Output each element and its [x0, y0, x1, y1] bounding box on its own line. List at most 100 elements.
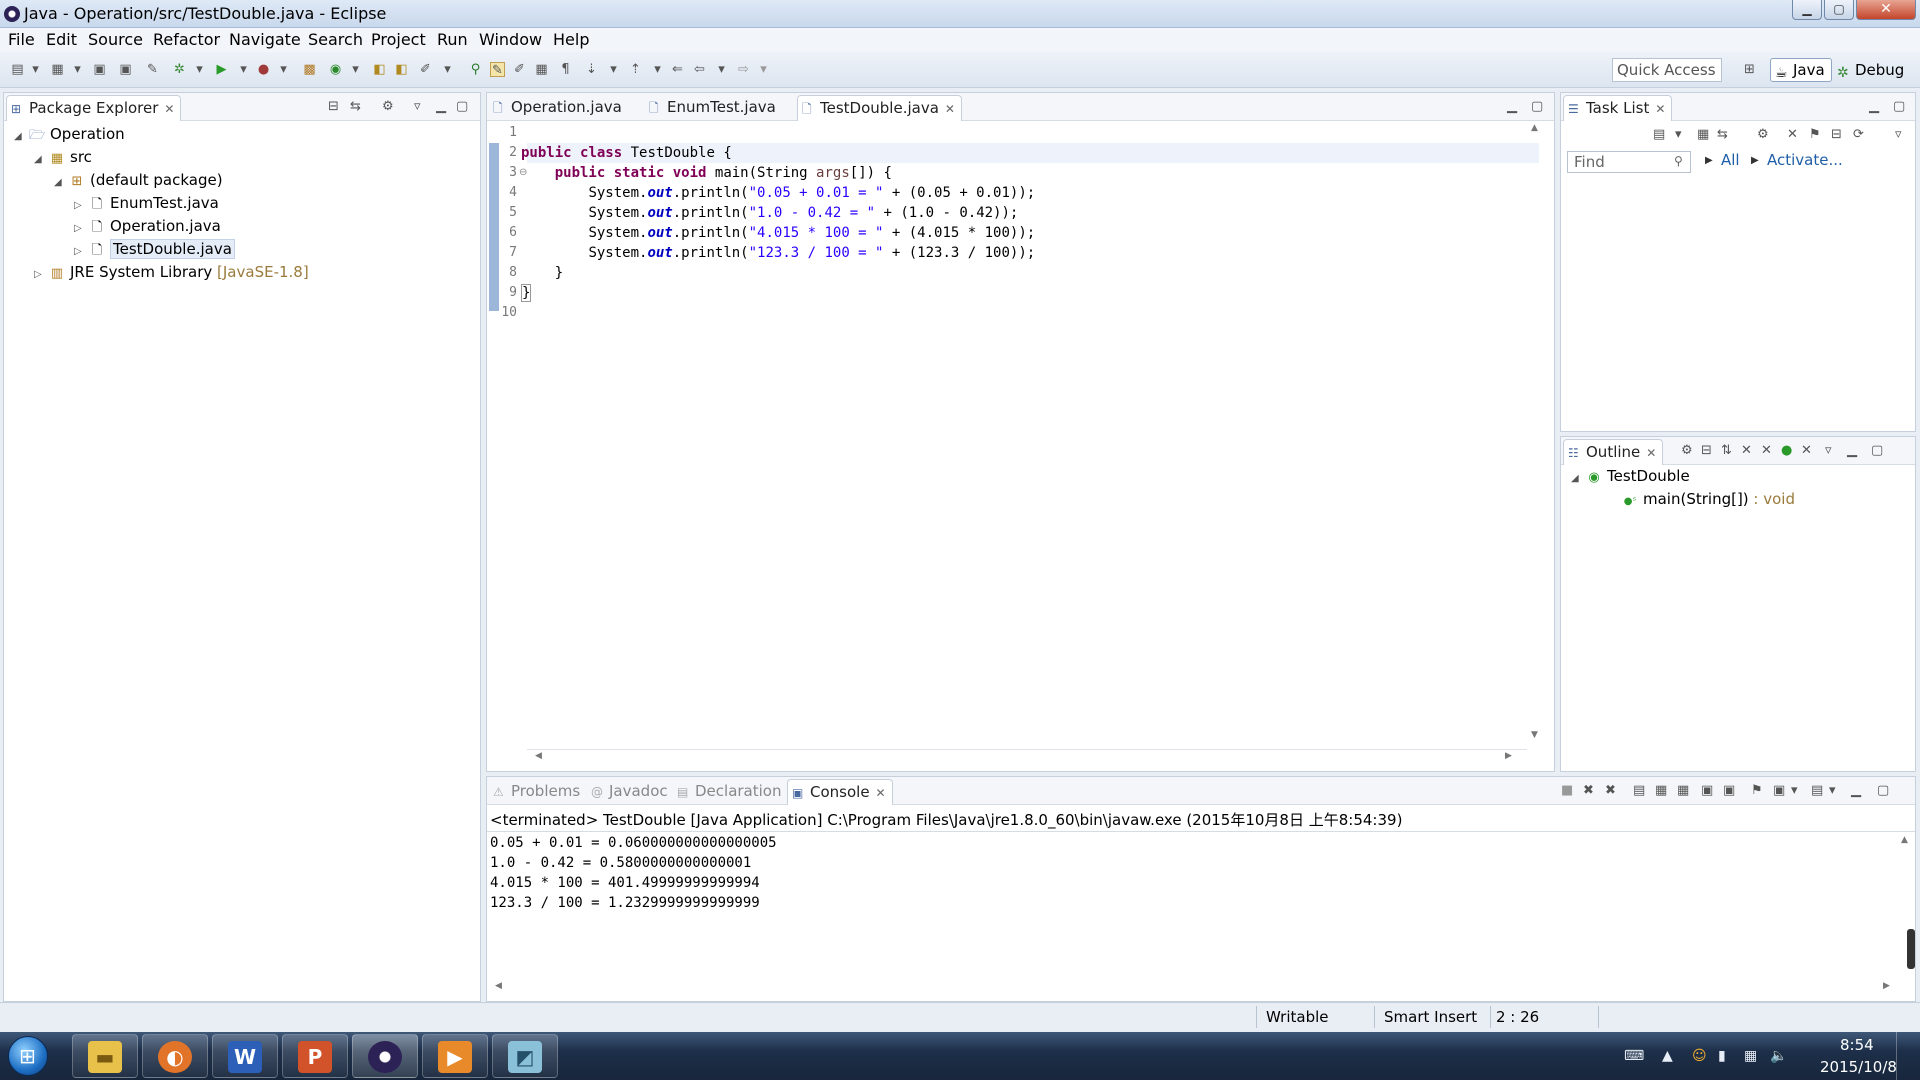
chevron-down-icon[interactable]: ▾ [1829, 783, 1836, 798]
vertical-scrollbar[interactable] [1523, 107, 1549, 757]
tab-task-list[interactable]: ☰ Task List ✕ [1563, 95, 1673, 121]
tab-testdouble-java[interactable]: 🗋 TestDouble.java ✕ [797, 95, 962, 121]
tree-item-file[interactable]: ▷ 🗋 EnumTest.java [74, 192, 219, 214]
chevron-down-icon[interactable]: ▾ [714, 62, 729, 77]
menu-help[interactable]: Help [553, 30, 589, 49]
close-icon[interactable]: ✕ [164, 97, 174, 121]
next-edit-icon[interactable]: ⇣ [584, 62, 599, 77]
taskbar-media-button[interactable]: ▶ [422, 1034, 488, 1078]
activate-task-link[interactable]: Activate... [1767, 151, 1843, 169]
hide-static-icon[interactable]: ✕ [1761, 443, 1772, 458]
keyboard-icon[interactable]: ⌨ [1624, 1048, 1644, 1064]
collapse-arrow-icon[interactable]: ▷ [74, 218, 88, 240]
tree-item-project[interactable]: ◢ 🗁 Operation [14, 123, 125, 145]
clock-date[interactable]: 2015/10/8 [1820, 1058, 1897, 1076]
tree-item-src[interactable]: ◢ ▦ src [34, 146, 92, 168]
close-icon[interactable]: ✕ [1655, 97, 1665, 121]
chevron-down-icon[interactable]: ▾ [756, 62, 771, 77]
collapse-all-icon[interactable]: ⊟ [1701, 443, 1712, 458]
clear-console-icon[interactable]: ▤ [1633, 783, 1645, 798]
outline-class-node[interactable]: ◢ ◉ TestDouble [1571, 465, 1690, 487]
minimize-view-icon[interactable]: ▁ [1507, 99, 1517, 114]
menu-run[interactable]: Run [437, 30, 468, 49]
toggle-mark-occurrences-icon[interactable]: ✎ [490, 62, 505, 78]
minimize-button[interactable]: ▁ [1792, 0, 1822, 20]
collapse-all-icon[interactable]: ⊟ [1831, 127, 1842, 142]
pilcrow-icon[interactable]: ¶ [558, 62, 573, 77]
scheduled-icon[interactable]: ⇆ [1717, 127, 1728, 142]
maximize-view-icon[interactable]: ▢ [1893, 99, 1905, 114]
next-annotation-icon[interactable]: ⚲ [468, 62, 483, 77]
word-wrap-icon[interactable]: ▦ [1677, 783, 1689, 798]
quick-access-input[interactable]: Quick Access [1612, 58, 1722, 82]
minimize-view-icon[interactable]: ▁ [1847, 443, 1857, 458]
debug-perspective-button[interactable]: ✲ Debug [1832, 58, 1911, 82]
scroll-right-icon[interactable]: ▶ [1505, 751, 1512, 761]
scroll-left-icon[interactable]: ◀ [535, 751, 542, 761]
collapse-arrow-icon[interactable]: ▷ [74, 241, 88, 263]
show-on-stdout-icon[interactable]: ▣ [1701, 783, 1713, 798]
find-task-input[interactable]: Find ⚲ [1567, 151, 1691, 173]
tree-item-jre-library[interactable]: ▷ ▥ JRE System Library [JavaSE-1.8] [34, 261, 309, 283]
vertical-scrollbar-thumb[interactable] [1907, 929, 1915, 969]
maximize-view-icon[interactable]: ▢ [1877, 783, 1889, 798]
view-menu-icon[interactable]: ▿ [1825, 443, 1832, 458]
collapse-all-icon[interactable]: ⊟ [328, 99, 339, 114]
chevron-down-icon[interactable]: ▾ [28, 62, 43, 77]
maximize-view-icon[interactable]: ▢ [456, 99, 468, 114]
start-button[interactable]: ⊞ [8, 1036, 48, 1076]
menu-project[interactable]: Project [371, 30, 426, 49]
scroll-down-icon[interactable]: ▼ [1531, 730, 1538, 740]
show-hidden-icons-icon[interactable]: ▲ [1662, 1048, 1673, 1064]
open-icon[interactable]: ▦ [50, 62, 65, 77]
chevron-down-icon[interactable]: ▾ [650, 62, 665, 77]
scroll-lock-icon[interactable]: ▦ [1655, 783, 1667, 798]
hide-local-types-icon[interactable]: ✕ [1801, 443, 1812, 458]
remove-launch-icon[interactable]: ✖ [1583, 783, 1594, 798]
chevron-down-icon[interactable]: ▾ [1791, 783, 1798, 798]
chevron-down-icon[interactable]: ▾ [348, 62, 363, 77]
network-icon[interactable]: ▦ [1744, 1048, 1757, 1064]
toggle-block-icon[interactable]: ✐ [512, 62, 527, 77]
focus-icon[interactable]: ⚑ [1809, 127, 1821, 142]
forward-icon[interactable]: ⇨ [736, 62, 751, 77]
sort-icon[interactable]: ⚙ [1681, 443, 1693, 458]
previous-edit-icon[interactable]: ⇡ [628, 62, 643, 77]
code-area[interactable]: 1 2 3 4 5 6 7 8 9 10 ⊖ public class Test… [487, 123, 1547, 763]
scroll-up-icon[interactable]: ▲ [1531, 123, 1538, 133]
chevron-down-icon[interactable]: ▾ [192, 62, 207, 77]
link-with-editor-icon[interactable]: ⇆ [350, 99, 361, 114]
filter-icon[interactable]: ⚙ [1757, 127, 1769, 142]
tab-enumtest-java[interactable]: 🗋 EnumTest.java [645, 95, 782, 121]
expand-arrow-icon[interactable]: ◢ [34, 149, 48, 171]
tree-item-default-package[interactable]: ◢ ⊞ (default package) [54, 169, 223, 191]
scroll-up-icon[interactable]: ▲ [1901, 835, 1908, 845]
collapse-arrow-icon[interactable]: ▷ [34, 264, 48, 286]
hide-fields-icon[interactable]: ✕ [1741, 443, 1752, 458]
close-window-button[interactable]: ✕ [1856, 0, 1916, 20]
pin-icon[interactable]: ✎ [145, 62, 160, 77]
expand-arrow-icon[interactable]: ◢ [1571, 468, 1585, 490]
display-console-icon[interactable]: ▣ [1773, 783, 1785, 798]
taskbar-explorer-button[interactable]: ▬ [72, 1034, 138, 1078]
java-perspective-button[interactable]: ☕ Java [1770, 58, 1832, 82]
minimize-view-icon[interactable]: ▁ [436, 99, 446, 114]
tab-operation-java[interactable]: 🗋 Operation.java [489, 95, 628, 121]
new-task-icon[interactable]: ▤ [1653, 127, 1665, 142]
open-type-icon[interactable]: ◧ [372, 62, 387, 77]
tab-declaration[interactable]: ▤ Declaration [673, 779, 787, 805]
menu-navigate[interactable]: Navigate [229, 30, 301, 49]
volume-icon[interactable]: 🔈 [1770, 1048, 1787, 1064]
sync-icon[interactable]: ⟳ [1853, 127, 1864, 142]
battery-icon[interactable]: ▮ [1718, 1048, 1726, 1064]
show-whitespace-icon[interactable]: ▦ [534, 62, 549, 77]
scroll-left-icon[interactable]: ◀ [495, 981, 502, 991]
open-perspective-icon[interactable]: ⊞ [1742, 62, 1757, 77]
expand-arrow-icon[interactable]: ◢ [54, 172, 68, 194]
menu-window[interactable]: Window [479, 30, 542, 49]
console-output[interactable]: 0.05 + 0.01 = 0.060000000000000005 1.0 -… [487, 833, 1887, 983]
minimize-view-icon[interactable]: ▁ [1869, 99, 1879, 114]
maximize-button[interactable]: ▢ [1824, 0, 1854, 20]
save-all-icon[interactable]: ▣ [118, 62, 133, 77]
expand-arrow-icon[interactable]: ◢ [14, 126, 28, 148]
